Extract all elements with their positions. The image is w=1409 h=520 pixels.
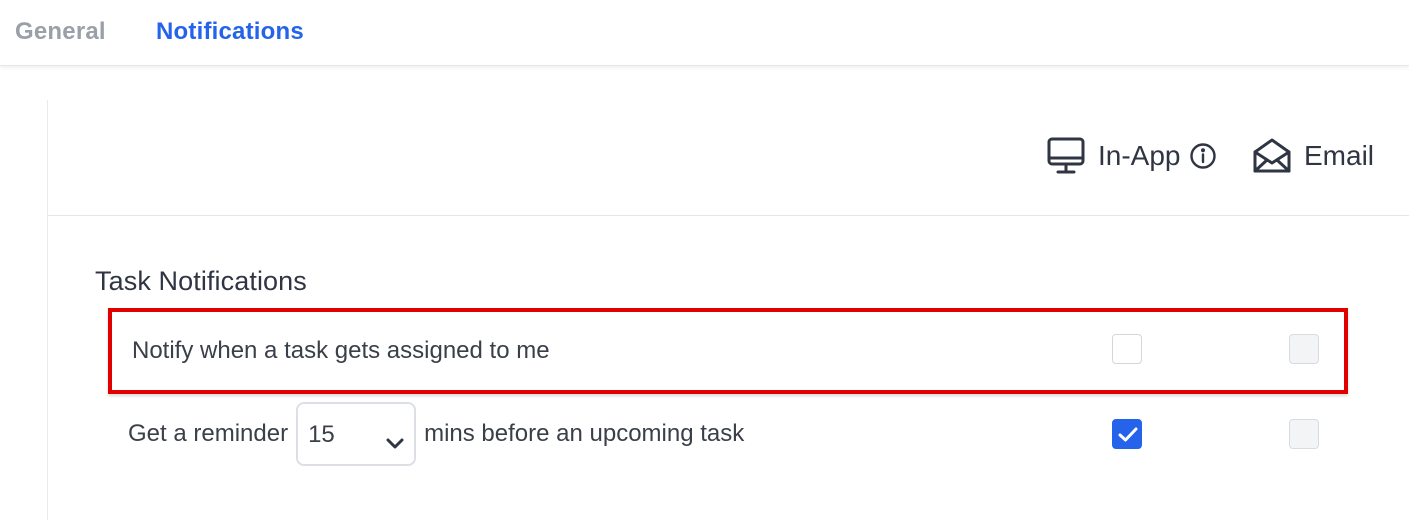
email-checkbox[interactable] xyxy=(1289,419,1319,449)
select-value: 15 xyxy=(308,421,335,448)
tab-notifications[interactable]: Notifications xyxy=(156,18,304,46)
tabs-bar: General Notifications xyxy=(0,0,1409,66)
envelope-open-icon xyxy=(1252,136,1292,176)
info-icon[interactable] xyxy=(1189,142,1217,170)
row-label-after: mins before an upcoming task xyxy=(424,420,745,447)
channel-email-label: Email xyxy=(1304,140,1375,171)
row-label-group: Get a reminder 15 mins before an upcomin… xyxy=(128,402,744,466)
row-label: Notify when a task gets assigned to me xyxy=(132,337,550,364)
email-checkbox[interactable] xyxy=(1289,334,1319,364)
channel-header: In-App Email xyxy=(48,100,1409,216)
inapp-checkbox[interactable] xyxy=(1112,419,1142,449)
channel-email: Email xyxy=(1252,136,1374,176)
notifications-card: In-App Email Task Notifications Notify w… xyxy=(47,100,1409,520)
tab-general[interactable]: General xyxy=(15,18,106,46)
checkmark-icon xyxy=(1118,427,1138,442)
row-label-before: Get a reminder xyxy=(128,420,289,447)
channel-inapp-label: In-App xyxy=(1098,140,1181,171)
reminder-minutes-select[interactable]: 15 xyxy=(296,402,417,466)
inapp-checkbox[interactable] xyxy=(1112,334,1142,364)
notification-row-task-assigned: Notify when a task gets assigned to me xyxy=(108,308,1348,394)
monitor-icon xyxy=(1046,136,1086,176)
channel-inapp: In-App xyxy=(1046,136,1217,176)
notification-row-reminder: Get a reminder 15 mins before an upcomin… xyxy=(108,400,1348,486)
section-title: Task Notifications xyxy=(95,266,307,296)
chevron-down-icon xyxy=(386,429,404,457)
